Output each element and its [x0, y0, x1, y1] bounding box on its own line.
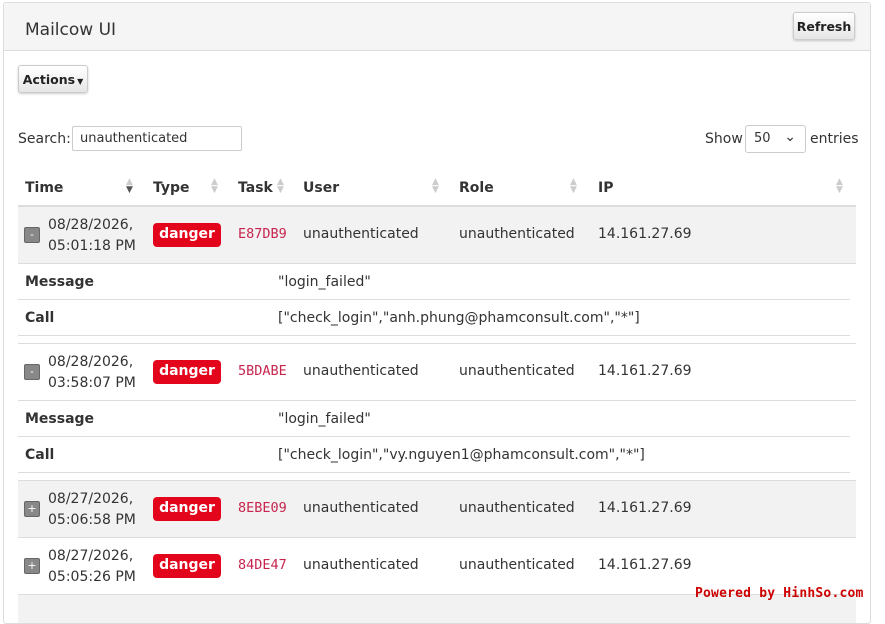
detail-divider [18, 473, 856, 481]
sort-icon[interactable]: ▲ ▼ [126, 178, 133, 195]
row-date: 08/28/2026, [48, 217, 134, 233]
type-badge: danger [153, 223, 221, 247]
table-header: Time ▲ ▼ Type ▲ ▼ Task ▲ ▼ User ▲ ▼ Role ▲ ▼ … [18, 171, 856, 207]
row-task: 8EBE09 [238, 500, 287, 516]
column-header-type[interactable]: Type [153, 180, 190, 196]
row-role: unauthenticated [459, 557, 575, 573]
row-ip: 14.161.27.69 [598, 557, 692, 573]
row-details: Message "login_failed" Call ["check_logi… [18, 401, 856, 481]
detail-value: "login_failed" [278, 274, 371, 290]
detail-value: ["check_login","vy.nguyen1@phamconsult.c… [278, 447, 645, 463]
sort-icon[interactable]: ▲ ▼ [277, 178, 284, 195]
logs-panel: Mailcow UI Refresh Actions▼ Search: Show… [3, 2, 871, 624]
sort-icon[interactable]: ▲ ▼ [432, 178, 439, 195]
caret-down-icon: ▼ [77, 76, 84, 86]
search-label: Search: [18, 131, 71, 147]
collapse-icon[interactable]: - [24, 364, 40, 380]
column-header-task[interactable]: Task [238, 180, 273, 196]
detail-value: ["check_login","anh.phung@phamconsult.co… [278, 310, 640, 326]
detail-row: Message "login_failed" [18, 264, 850, 300]
row-ip: 14.161.27.69 [598, 500, 692, 516]
actions-label: Actions [22, 71, 76, 87]
row-ip: 14.161.27.69 [598, 363, 692, 379]
column-header-ip[interactable]: IP [598, 180, 613, 196]
row-date: 08/27/2026, [48, 548, 134, 564]
row-clock: 03:58:07 PM [48, 375, 136, 391]
row-time: 08/27/2026, 05:05:26 PM [48, 546, 136, 588]
expand-icon[interactable]: + [24, 558, 40, 574]
detail-key: Call [25, 447, 55, 463]
column-header-role[interactable]: Role [459, 180, 494, 196]
chevron-down-icon: ⌄ [784, 129, 796, 145]
row-date: 08/27/2026, [48, 491, 134, 507]
row-clock: 05:05:26 PM [48, 569, 136, 585]
search-input[interactable] [72, 126, 242, 151]
panel-heading: Mailcow UI Refresh [4, 3, 870, 51]
show-label: Show [705, 131, 743, 147]
row-user: unauthenticated [303, 500, 419, 516]
row-time: 08/28/2026, 03:58:07 PM [48, 352, 136, 394]
detail-row: Message "login_failed" [18, 401, 850, 437]
table-row[interactable]: + 08/27/2026, 05:06:58 PM danger 8EBE09 u… [18, 481, 856, 538]
entries-value: 50 [754, 131, 771, 146]
row-time: 08/28/2026, 05:01:18 PM [48, 215, 136, 257]
detail-value: "login_failed" [278, 411, 371, 427]
column-header-time[interactable]: Time [25, 180, 63, 196]
row-user: unauthenticated [303, 363, 419, 379]
row-details: Message "login_failed" Call ["check_logi… [18, 264, 856, 344]
entries-select[interactable]: 50 ⌄ [745, 125, 806, 153]
table-row[interactable]: - 08/28/2026, 03:58:07 PM danger 5BDABE u… [18, 344, 856, 401]
row-date: 08/28/2026, [48, 354, 134, 370]
type-badge: danger [153, 497, 221, 521]
detail-key: Message [25, 274, 95, 290]
type-badge: danger [153, 554, 221, 578]
row-role: unauthenticated [459, 363, 575, 379]
row-time: 08/27/2026, 05:06:58 PM [48, 489, 136, 531]
row-user: unauthenticated [303, 557, 419, 573]
expand-icon[interactable]: + [24, 501, 40, 517]
row-task: 5BDABE [238, 363, 287, 379]
table-row[interactable]: - 08/28/2026, 05:01:18 PM danger E87DB9 u… [18, 207, 856, 264]
page-title: Mailcow UI [25, 20, 117, 40]
row-role: unauthenticated [459, 500, 575, 516]
sort-icon[interactable]: ▲ ▼ [836, 178, 843, 195]
sort-icon[interactable]: ▲ ▼ [211, 178, 218, 195]
actions-dropdown-button[interactable]: Actions ▼ [18, 65, 88, 93]
row-clock: 05:01:18 PM [48, 238, 136, 254]
detail-key: Call [25, 310, 55, 326]
row-ip: 14.161.27.69 [598, 226, 692, 242]
watermark-text: Powered by HinhSo.com [695, 586, 864, 601]
logs-table: Time ▲ ▼ Type ▲ ▼ Task ▲ ▼ User ▲ ▼ Role ▲ ▼ … [18, 171, 856, 623]
detail-row: Call ["check_login","anh.phung@phamconsu… [18, 300, 850, 336]
row-role: unauthenticated [459, 226, 575, 242]
row-clock: 05:06:58 PM [48, 512, 136, 528]
sort-icon[interactable]: ▲ ▼ [570, 178, 577, 195]
detail-row: Call ["check_login","vy.nguyen1@phamcons… [18, 437, 850, 473]
entries-label: entries [810, 131, 859, 147]
collapse-icon[interactable]: - [24, 227, 40, 243]
row-task: E87DB9 [238, 226, 287, 242]
detail-divider [18, 336, 856, 344]
row-user: unauthenticated [303, 226, 419, 242]
type-badge: danger [153, 360, 221, 384]
row-task: 84DE47 [238, 557, 287, 573]
column-header-user[interactable]: User [303, 180, 339, 196]
refresh-button[interactable]: Refresh [793, 12, 855, 40]
detail-key: Message [25, 411, 95, 427]
